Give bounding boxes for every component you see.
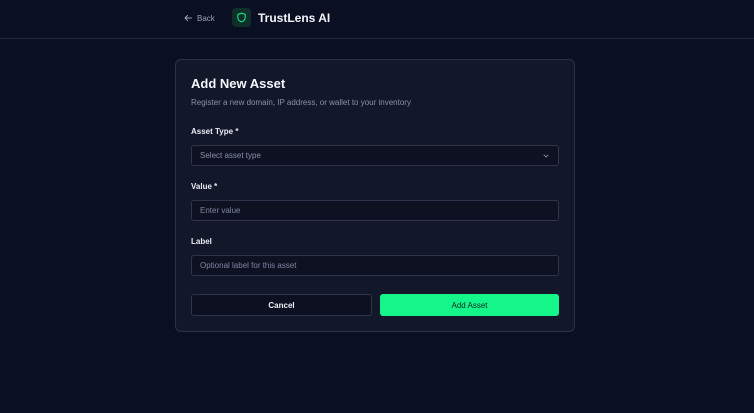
label-input[interactable]	[191, 255, 559, 276]
arrow-left-icon	[184, 15, 192, 21]
add-asset-button[interactable]: Add Asset	[380, 294, 559, 316]
top-bar: Back TrustLens AI	[0, 0, 754, 39]
cancel-button[interactable]: Cancel	[191, 294, 372, 316]
value-input[interactable]	[191, 200, 559, 221]
brand: TrustLens AI	[232, 8, 330, 27]
add-asset-card: Add New Asset Register a new domain, IP …	[175, 59, 575, 332]
label-label: Label	[191, 237, 212, 246]
asset-type-placeholder: Select asset type	[200, 151, 261, 160]
value-label: Value *	[191, 182, 218, 191]
brand-name: TrustLens AI	[258, 10, 331, 25]
back-label: Back	[197, 13, 215, 23]
page-subtitle: Register a new domain, IP address, or wa…	[191, 98, 411, 107]
asset-type-select[interactable]: Select asset type	[191, 145, 559, 166]
shield-icon	[232, 8, 251, 27]
back-link[interactable]: Back	[183, 11, 215, 25]
page-title: Add New Asset	[191, 76, 286, 91]
chevron-down-icon	[543, 154, 549, 157]
asset-type-label: Asset Type *	[191, 127, 239, 136]
